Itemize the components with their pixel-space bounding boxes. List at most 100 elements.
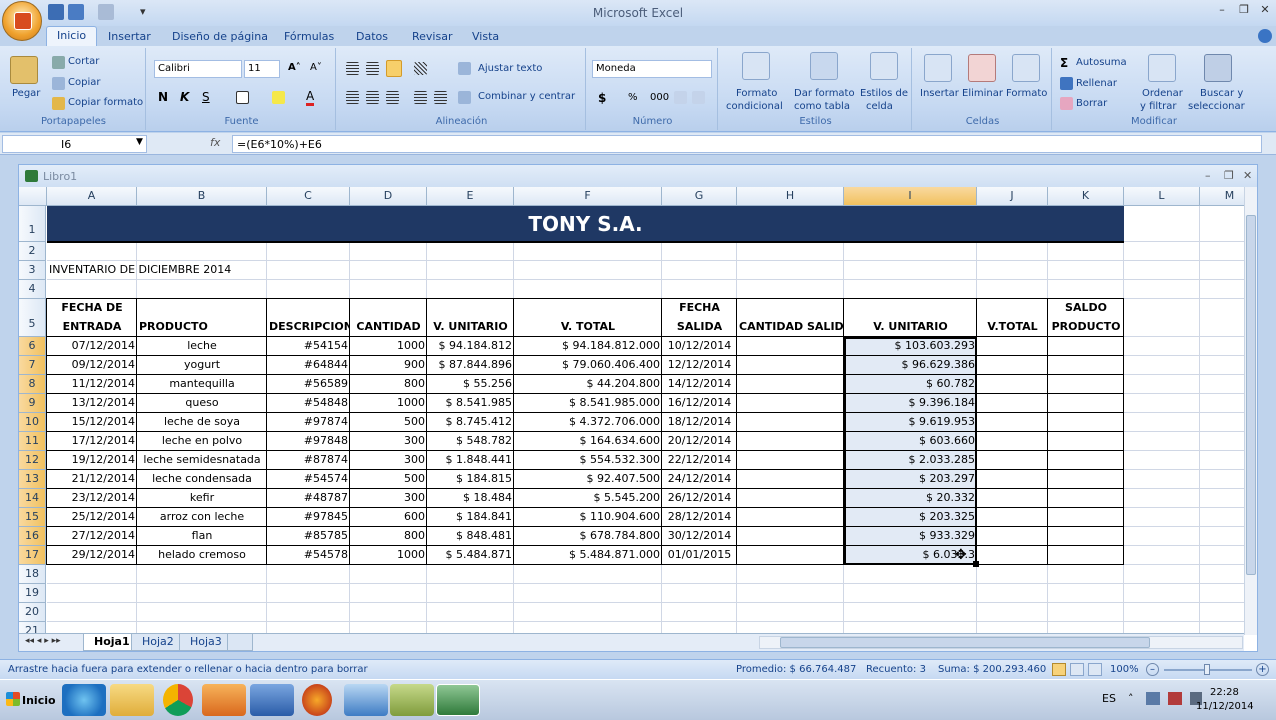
cell-descripcion[interactable]: #48787 [267, 489, 350, 507]
cell-fecha-salida[interactable]: 26/12/2014 [662, 489, 737, 507]
cell-fecha-entrada[interactable]: 29/12/2014 [47, 546, 137, 564]
page-layout-view-icon[interactable] [1070, 663, 1084, 676]
cell-v-unitario-2[interactable]: $ 203.325 [844, 508, 977, 526]
cell-v-unitario[interactable]: $ 8.541.985 [427, 394, 514, 412]
cell-descripcion[interactable]: #97845 [267, 508, 350, 526]
ordenar-label-1[interactable]: Ordenar [1142, 88, 1183, 99]
cell-fecha-entrada[interactable]: 23/12/2014 [47, 489, 137, 507]
header-v-total-2[interactable]: V.TOTAL [977, 318, 1048, 336]
name-box-dropdown-icon[interactable]: ▼ [136, 137, 143, 147]
grow-font-icon[interactable]: A˄ [288, 62, 301, 73]
cell-fecha-salida[interactable]: 01/01/2015 [662, 546, 737, 564]
cell-cantidad[interactable]: 1000 [350, 337, 427, 355]
decrease-decimal-icon[interactable] [692, 91, 705, 104]
cell-v-unitario-2[interactable]: $ 96.629.386 [844, 356, 977, 374]
scroll-thumb[interactable] [1246, 215, 1256, 575]
cell-v-unitario[interactable]: $ 8.745.412 [427, 413, 514, 431]
cell-producto[interactable]: leche [137, 337, 267, 355]
cell-v-unitario-2[interactable]: $ 203.297 [844, 470, 977, 488]
vertical-scrollbar[interactable] [1244, 187, 1257, 635]
cell-fecha-entrada[interactable]: 17/12/2014 [47, 432, 137, 450]
header-fecha-salida-line2[interactable]: SALIDA [662, 318, 737, 336]
borrar-button[interactable]: Borrar [1076, 98, 1107, 109]
row-header-4[interactable]: 4 [19, 280, 46, 299]
copiar-formato-button[interactable]: Copiar formato [68, 97, 143, 108]
new-sheet-icon[interactable] [227, 634, 253, 651]
estilos-celda-label-1[interactable]: Estilos de [860, 88, 908, 99]
cell-v-unitario[interactable]: $ 94.184.812 [427, 337, 514, 355]
cell-v-unitario[interactable]: $ 18.484 [427, 489, 514, 507]
percent-format-button[interactable]: % [628, 92, 638, 103]
cell-v-unitario-2[interactable]: $ 2.033.285 [844, 451, 977, 469]
copiar-button[interactable]: Copiar [68, 77, 100, 88]
subtitle-cell[interactable]: INVENTARIO DE DICIEMBRE 2014 [47, 261, 347, 279]
column-header-i[interactable]: I [844, 187, 977, 206]
tab-insertar[interactable]: Insertar [108, 30, 151, 43]
formato-condicional-label-2[interactable]: condicional [726, 101, 783, 112]
language-indicator[interactable]: ES [1102, 692, 1116, 705]
column-header-l[interactable]: L [1124, 187, 1200, 206]
horizontal-scrollbar[interactable] [759, 636, 1243, 649]
buscar-label-1[interactable]: Buscar y [1200, 88, 1243, 99]
cell-fecha-salida[interactable]: 30/12/2014 [662, 527, 737, 545]
cell-fecha-entrada[interactable]: 07/12/2014 [47, 337, 137, 355]
row-header-19[interactable]: 19 [19, 584, 46, 603]
header-descripcion[interactable]: DESCRIPCION [267, 318, 350, 336]
cell-v-total[interactable]: $ 554.532.300 [514, 451, 662, 469]
insert-cells-icon[interactable] [924, 54, 952, 82]
borders-icon[interactable] [236, 91, 249, 104]
column-header-h[interactable]: H [737, 187, 844, 206]
row-header-3[interactable]: 3 [19, 261, 46, 280]
worksheet-grid[interactable]: A B C D E F G H I J K L M 1 2 3 4 5 6 7 8 9 10 11 12 13 14 15 16 17 18… [19, 187, 1244, 635]
cell-cantidad[interactable]: 500 [350, 413, 427, 431]
header-cantidad-salida[interactable]: CANTIDAD SALIDA [737, 318, 844, 336]
sheet-tab-hoja2[interactable]: Hoja2 [131, 634, 185, 651]
cell-cantidad[interactable]: 300 [350, 489, 427, 507]
cell-fecha-entrada[interactable]: 27/12/2014 [47, 527, 137, 545]
increase-decimal-icon[interactable] [674, 91, 687, 104]
fill-color-icon[interactable] [272, 91, 285, 104]
internet-explorer-icon[interactable] [62, 684, 106, 716]
italic-icon[interactable]: K [180, 90, 189, 104]
shrink-font-icon[interactable]: A˅ [310, 62, 322, 73]
row-header-2[interactable]: 2 [19, 242, 46, 261]
word-icon[interactable] [250, 684, 294, 716]
cell-cantidad[interactable]: 300 [350, 451, 427, 469]
row-header-5[interactable]: 5 [19, 299, 46, 337]
cell-producto[interactable]: leche en polvo [137, 432, 267, 450]
buscar-label-2[interactable]: seleccionar [1188, 101, 1245, 112]
paint-icon[interactable] [344, 684, 388, 716]
thousands-format-button[interactable]: 000 [650, 92, 669, 103]
delete-cells-icon[interactable] [968, 54, 996, 82]
cell-v-total[interactable]: $ 5.484.871.000 [514, 546, 662, 564]
column-header-a[interactable]: A [47, 187, 137, 206]
header-saldo-producto-line2[interactable]: PRODUCTO [1048, 318, 1124, 336]
cell-producto[interactable]: leche de soya [137, 413, 267, 431]
cell-v-unitario-2[interactable]: $ 103.603.293 [844, 337, 977, 355]
row-header-9[interactable]: 9 [19, 394, 46, 413]
insertar-button[interactable]: Insertar [920, 88, 959, 99]
cell-producto[interactable]: helado cremoso [137, 546, 267, 564]
cell-v-unitario[interactable]: $ 5.484.871 [427, 546, 514, 564]
cell-fecha-entrada[interactable]: 15/12/2014 [47, 413, 137, 431]
cell-fecha-salida[interactable]: 14/12/2014 [662, 375, 737, 393]
ajustar-texto-button[interactable]: Ajustar texto [478, 63, 542, 74]
column-header-f[interactable]: F [514, 187, 662, 206]
media-player-icon[interactable] [202, 684, 246, 716]
cell-fecha-entrada[interactable]: 21/12/2014 [47, 470, 137, 488]
cell-v-unitario[interactable]: $ 184.815 [427, 470, 514, 488]
row-header-12[interactable]: 12 [19, 451, 46, 470]
tab-revisar[interactable]: Revisar [412, 30, 452, 43]
cortar-button[interactable]: Cortar [68, 56, 99, 67]
cell-v-unitario-2[interactable]: $ 60.782 [844, 375, 977, 393]
cell-v-total[interactable]: $ 94.184.812.000 [514, 337, 662, 355]
cell-fecha-salida[interactable]: 22/12/2014 [662, 451, 737, 469]
workbook-restore-icon[interactable]: ❐ [1224, 169, 1234, 182]
row-header-10[interactable]: 10 [19, 413, 46, 432]
column-header-e[interactable]: E [427, 187, 514, 206]
cell-fecha-entrada[interactable]: 19/12/2014 [47, 451, 137, 469]
cell-styles-icon[interactable] [870, 52, 898, 80]
cell-v-total[interactable]: $ 678.784.800 [514, 527, 662, 545]
cell-descripcion[interactable]: #97874 [267, 413, 350, 431]
column-header-b[interactable]: B [137, 187, 267, 206]
